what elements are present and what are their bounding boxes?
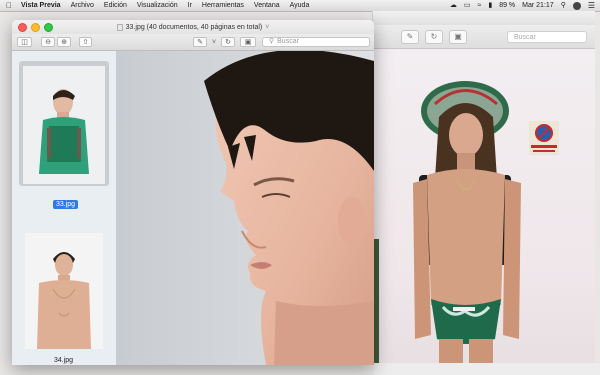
menu-ayuda[interactable]: Ayuda [285, 0, 315, 11]
main-photo-portrait [116, 51, 374, 365]
thumbnail-34-image [25, 233, 103, 349]
window-controls [18, 23, 53, 32]
background-window-toolbar: ✎ ↻ ▣ Buscar [373, 25, 595, 49]
menu-archivo[interactable]: Archivo [66, 0, 99, 11]
menu-ventana[interactable]: Ventana [249, 0, 285, 11]
background-document-window[interactable]: ✎ ↻ ▣ Buscar [372, 11, 595, 363]
thumbnail-33-image [23, 66, 105, 184]
background-rotate-icon[interactable]: ↻ [425, 29, 443, 44]
desktop-edge [374, 363, 600, 375]
zoom-in-icon[interactable]: ⊕ [57, 37, 71, 47]
menubar-clock[interactable]: Mar 21:17 [522, 0, 554, 11]
background-window-titlebar [373, 11, 595, 26]
notification-center-icon[interactable]: ☰ [588, 0, 595, 11]
battery-icon[interactable]: ▮ [488, 0, 492, 11]
title-chevron-icon[interactable]: ˅ [265, 24, 269, 31]
search-placeholder: Buscar [277, 38, 299, 45]
document-icon [116, 23, 123, 31]
pen-icon[interactable]: ✎ [193, 37, 207, 47]
wifi-icon[interactable]: ≈ [477, 0, 481, 11]
apple-icon[interactable]:  [6, 0, 16, 11]
toolbox-icon[interactable]: ▣ [240, 37, 256, 47]
window-title[interactable]: 33.jpg (40 documentos, 40 páginas en tot… [126, 24, 263, 31]
markup-dropdown-icon[interactable]: ˅ [210, 37, 218, 47]
thumbnail-33-label[interactable]: 33.jpg [53, 200, 79, 209]
thumbnail-sidebar: 33.jpg 34.jpg [12, 51, 117, 365]
background-markup-icon[interactable]: ✎ [401, 29, 419, 44]
rotate-icon[interactable]: ↻ [221, 37, 235, 47]
menu-herramientas[interactable]: Herramientas [197, 0, 249, 11]
window-titlebar: 33.jpg (40 documentos, 40 páginas en tot… [12, 20, 374, 34]
zoom-button[interactable] [44, 23, 53, 32]
zoom-out-icon[interactable]: ⊖ [41, 37, 55, 47]
search-field[interactable]: ⚲ Buscar [262, 37, 370, 47]
background-toolbox-icon[interactable]: ▣ [449, 29, 467, 44]
user-avatar-icon[interactable] [572, 1, 581, 10]
background-search-field[interactable]: Buscar [507, 30, 587, 43]
menu-edicion[interactable]: Edición [99, 0, 132, 11]
share-icon[interactable]: ⇧ [79, 37, 92, 47]
display-icon[interactable]: ▭ [464, 0, 471, 11]
photo-man-with-hat [373, 81, 559, 363]
menu-app-name[interactable]: Vista Previa [16, 0, 66, 11]
battery-percentage[interactable]: 89 % [499, 0, 515, 11]
cloud-icon[interactable]: ☁ [450, 0, 457, 11]
thumbnail-34[interactable] [25, 233, 103, 349]
search-icon: ⚲ [269, 38, 275, 45]
preview-window[interactable]: 33.jpg (40 documentos, 40 páginas en tot… [12, 20, 374, 365]
menu-ir[interactable]: Ir [183, 0, 197, 11]
menu-visualizacion[interactable]: Visualización [132, 0, 183, 11]
menubar-status-area: ☁ ▭ ≈ ▮ 89 % Mar 21:17 ⚲ ☰ [450, 0, 600, 11]
sidebar-toggle-icon[interactable]: ◫ [17, 37, 32, 47]
main-image-view[interactable] [116, 51, 374, 365]
thumbnail-33[interactable] [23, 66, 105, 184]
close-button[interactable] [18, 23, 27, 32]
background-document-photo [373, 49, 595, 363]
thumbnail-34-label[interactable]: 34.jpg [54, 357, 73, 364]
spotlight-icon[interactable]: ⚲ [561, 0, 566, 11]
minimize-button[interactable] [31, 23, 40, 32]
window-toolbar: ◫ ⊖ ⊕ ⇧ ✎ ˅ ↻ ▣ ⚲ Buscar [12, 34, 374, 51]
